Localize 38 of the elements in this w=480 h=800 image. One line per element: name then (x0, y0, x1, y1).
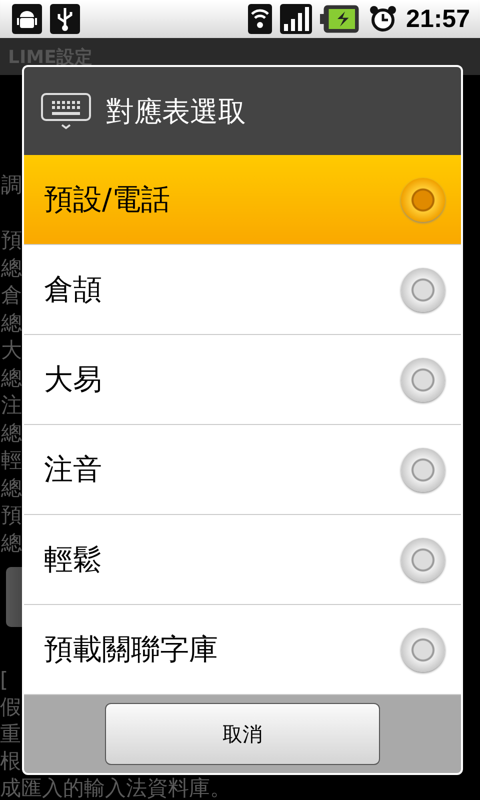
dialog-title: 對應表選取 (106, 94, 246, 130)
signal-icon (280, 4, 312, 34)
setting-text: 大 (1, 338, 22, 362)
setting-text: 總 (1, 366, 22, 390)
battery-icon (320, 4, 360, 34)
cancel-button[interactable]: 取消 (105, 703, 380, 765)
radio-button[interactable] (401, 358, 445, 402)
setting-text: 總 (1, 420, 22, 444)
radio-button[interactable] (401, 268, 445, 312)
setting-text: 注 (1, 393, 22, 417)
radio-button[interactable] (401, 178, 445, 222)
setting-text: 總 (1, 530, 22, 554)
description-text: 重 (0, 722, 21, 746)
wifi-icon (248, 4, 272, 34)
description-text: 根 (0, 749, 21, 773)
clock-time: 21:57 (406, 4, 470, 34)
option-item[interactable]: 注音 (24, 425, 461, 515)
option-item[interactable]: 倉頡 (24, 245, 461, 335)
setting-text: 調 (1, 173, 22, 197)
option-item[interactable]: 大易 (24, 335, 461, 425)
option-item[interactable]: 輕鬆 (24, 515, 461, 605)
setting-text: 總 (1, 256, 22, 280)
radio-button[interactable] (401, 538, 445, 582)
usb-icon (50, 4, 80, 34)
android-icon (12, 4, 42, 34)
alarm-clock-icon (368, 4, 398, 34)
setting-text: 總 (1, 476, 22, 500)
setting-text: 倉 (1, 283, 22, 307)
description-text: [ (0, 668, 8, 692)
radio-button[interactable] (401, 448, 445, 492)
radio-button[interactable] (401, 628, 445, 672)
description-text: 成匯入的輸入法資料庫。 (0, 776, 231, 800)
setting-text: 預 (1, 228, 22, 252)
setting-text: 預 (1, 503, 22, 527)
option-item[interactable]: 預設/電話 (24, 155, 461, 245)
setting-text: 輕 (1, 448, 22, 472)
description-text: 假 (0, 695, 21, 719)
setting-text: 總 (1, 310, 22, 334)
